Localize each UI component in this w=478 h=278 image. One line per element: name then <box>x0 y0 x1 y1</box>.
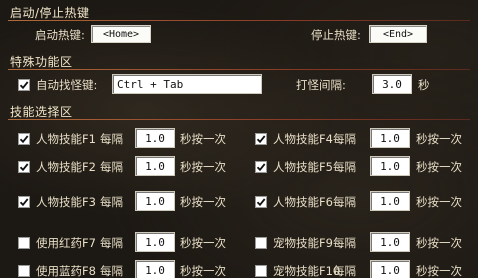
skill-interval-field[interactable]: 1.0 <box>370 191 410 211</box>
press-once-label: 秒按一次 <box>416 195 462 209</box>
skill-checkbox[interactable] <box>255 161 267 173</box>
skill-section-title: 技能选择区 <box>10 105 73 119</box>
skill-checkbox[interactable] <box>255 265 267 277</box>
checkmark-icon <box>256 135 266 144</box>
start-hotkey-label: 启动热键: <box>35 28 85 42</box>
auto-monster-checkbox[interactable] <box>18 79 30 91</box>
checkmark-icon <box>19 163 29 172</box>
press-once-label: 秒按一次 <box>416 132 462 146</box>
skill-name-label: 人物技能F6 <box>273 195 333 209</box>
skill-interval-field[interactable]: 1.0 <box>135 156 175 176</box>
skill-name-label: 人物技能F4 <box>273 132 333 146</box>
auto-monster-key-field[interactable]: Ctrl + Tab <box>112 74 262 94</box>
every-label: 每隔 <box>100 195 123 209</box>
every-label: 每隔 <box>100 132 123 146</box>
checkmark-icon <box>256 163 266 172</box>
skill-interval-field[interactable]: 1.0 <box>370 260 410 278</box>
hotkey-section-title: 启动/停止热键 <box>10 6 90 20</box>
skill-checkbox[interactable] <box>255 196 267 208</box>
interval-field[interactable]: 3.0 <box>372 74 412 94</box>
skill-name-label: 人物技能F1 <box>36 132 96 146</box>
skill-interval-field[interactable]: 1.0 <box>370 156 410 176</box>
checkmark-icon <box>19 81 29 90</box>
skill-checkbox[interactable] <box>18 161 30 173</box>
auto-monster-label: 自动找怪键: <box>36 78 98 92</box>
skill-interval-field[interactable]: 1.0 <box>135 232 175 252</box>
every-label: 每隔 <box>333 160 356 174</box>
press-once-label: 秒按一次 <box>180 132 226 146</box>
skill-checkbox[interactable] <box>18 133 30 145</box>
skill-interval-field[interactable]: 1.0 <box>135 191 175 211</box>
press-once-label: 秒按一次 <box>416 160 462 174</box>
hotkey-section-divider <box>8 20 470 21</box>
every-label: 每隔 <box>333 264 356 278</box>
skill-name-label: 宠物技能F9 <box>273 236 333 250</box>
press-once-label: 秒按一次 <box>416 236 462 250</box>
press-once-label: 秒按一次 <box>416 264 462 278</box>
skill-checkbox[interactable] <box>255 133 267 145</box>
skill-interval-field[interactable]: 1.0 <box>135 260 175 278</box>
stop-hotkey-field[interactable]: <End> <box>369 25 427 43</box>
skill-name-label: 宠物技能F10 <box>273 264 341 278</box>
skill-interval-field[interactable]: 1.0 <box>135 128 175 148</box>
skill-checkbox[interactable] <box>18 237 30 249</box>
special-section-divider <box>8 69 470 70</box>
press-once-label: 秒按一次 <box>180 195 226 209</box>
skill-checkbox[interactable] <box>18 265 30 277</box>
skill-name-label: 使用蓝药F8 <box>36 264 96 278</box>
every-label: 每隔 <box>333 132 356 146</box>
every-label: 每隔 <box>333 236 356 250</box>
press-once-label: 秒按一次 <box>180 264 226 278</box>
checkmark-icon <box>19 198 29 207</box>
skill-checkbox[interactable] <box>18 196 30 208</box>
press-once-label: 秒按一次 <box>180 236 226 250</box>
skill-name-label: 使用红药F7 <box>36 236 96 250</box>
skill-checkbox[interactable] <box>255 237 267 249</box>
press-once-label: 秒按一次 <box>180 160 226 174</box>
stop-hotkey-label: 停止热键: <box>311 28 361 42</box>
special-section-title: 特殊功能区 <box>10 55 73 69</box>
interval-unit: 秒 <box>418 78 430 92</box>
skill-name-label: 人物技能F2 <box>36 160 96 174</box>
skill-interval-field[interactable]: 1.0 <box>370 232 410 252</box>
skill-section-divider <box>8 119 470 120</box>
every-label: 每隔 <box>100 160 123 174</box>
checkmark-icon <box>19 135 29 144</box>
every-label: 每隔 <box>333 195 356 209</box>
skill-name-label: 人物技能F5 <box>273 160 333 174</box>
every-label: 每隔 <box>100 236 123 250</box>
every-label: 每隔 <box>100 264 123 278</box>
start-hotkey-field[interactable]: <Home> <box>91 25 151 43</box>
skill-name-label: 人物技能F3 <box>36 195 96 209</box>
skill-interval-field[interactable]: 1.0 <box>370 128 410 148</box>
checkmark-icon <box>256 198 266 207</box>
interval-label: 打怪间隔: <box>296 78 346 92</box>
